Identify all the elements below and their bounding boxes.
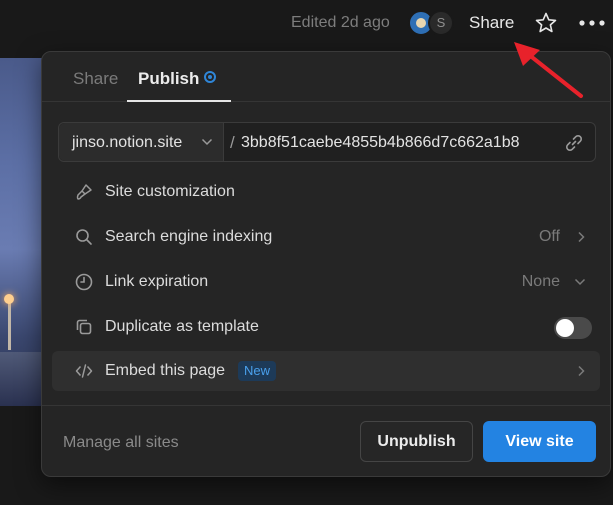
published-status-icon (204, 71, 216, 83)
lamp-post (8, 300, 11, 350)
link-expiration-row[interactable]: Link expiration None (52, 262, 600, 302)
more-horizontal-icon[interactable] (577, 11, 607, 35)
row-value: Off (538, 228, 560, 245)
avatar[interactable]: S (428, 10, 454, 36)
domain-select[interactable]: jinso.notion.site (59, 123, 224, 161)
row-label: Embed this page (105, 362, 226, 379)
site-url-field: jinso.notion.site / 3bb8f51caebe4855b4b8… (58, 122, 596, 162)
chevron-down-icon (574, 278, 586, 286)
url-separator: / (230, 133, 235, 152)
manage-all-sites-link[interactable]: Manage all sites (63, 434, 179, 452)
search-icon (76, 229, 92, 245)
chevron-right-icon (578, 365, 585, 377)
row-label: Search engine indexing (105, 228, 273, 245)
chevron-down-icon (201, 138, 213, 146)
star-icon[interactable] (534, 11, 558, 35)
publish-popover: Share Publish jinso.notion.site / 3bb8f5… (41, 51, 611, 477)
collaborator-avatars[interactable]: S (408, 10, 458, 36)
row-label: Site customization (105, 183, 235, 200)
copy-link-icon[interactable] (564, 133, 584, 153)
brush-icon (76, 184, 92, 200)
duplicate-as-template-row: Duplicate as template (52, 307, 600, 347)
tab-share[interactable]: Share (73, 69, 118, 89)
background-image (0, 58, 42, 406)
rooftop (0, 352, 42, 406)
duplicate-icon (76, 319, 92, 335)
search-engine-indexing-row[interactable]: Search engine indexing Off (52, 217, 600, 257)
embed-this-page-row[interactable]: Embed this page New (52, 351, 600, 391)
view-site-button[interactable]: View site (483, 421, 596, 462)
share-button[interactable]: Share (469, 13, 514, 33)
tab-publish[interactable]: Publish (138, 69, 199, 89)
active-tab-indicator (127, 100, 231, 102)
annotation-arrow-icon (514, 42, 583, 98)
divider (42, 405, 610, 406)
domain-value: jinso.notion.site (72, 134, 183, 151)
row-label: Duplicate as template (105, 318, 259, 335)
duplicate-template-toggle[interactable] (554, 317, 592, 339)
row-label: Link expiration (105, 273, 209, 290)
page-slug-input[interactable]: 3bb8f51caebe4855b4b866d7c662a1b8 (241, 134, 520, 152)
lamp-light (4, 294, 14, 304)
row-value: None (521, 273, 560, 290)
clock-icon (75, 273, 93, 291)
chevron-right-icon (578, 231, 585, 243)
site-customization-row[interactable]: Site customization (52, 172, 600, 212)
edited-timestamp: Edited 2d ago (291, 14, 390, 31)
code-icon (75, 364, 93, 378)
toggle-knob (556, 319, 574, 337)
unpublish-button[interactable]: Unpublish (360, 421, 473, 462)
new-badge: New (238, 361, 277, 381)
